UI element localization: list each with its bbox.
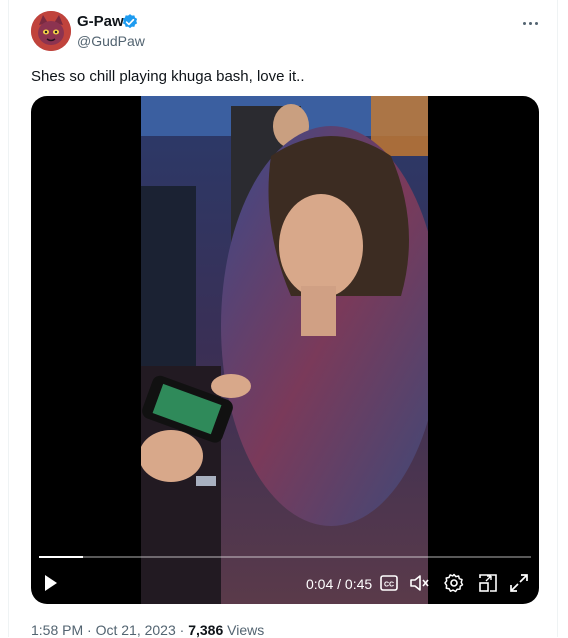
- user-handle[interactable]: @GudPaw: [77, 33, 145, 49]
- svg-text:CC: CC: [384, 582, 394, 589]
- video-frame[interactable]: [141, 96, 428, 604]
- time-separator: /: [333, 576, 345, 592]
- captions-icon[interactable]: CC: [380, 575, 398, 591]
- pip-icon[interactable]: [478, 573, 498, 593]
- video-player[interactable]: 0:04 / 0:45 CC: [31, 96, 539, 604]
- avatar[interactable]: [31, 11, 71, 51]
- meta-separator: ·: [175, 622, 189, 638]
- duration: 0:45: [344, 576, 373, 592]
- mute-icon[interactable]: [409, 574, 429, 592]
- video-still-image: [141, 96, 428, 604]
- current-time: 0:04: [306, 576, 334, 592]
- fullscreen-icon[interactable]: [509, 573, 529, 593]
- settings-icon[interactable]: [444, 573, 464, 593]
- verified-badge-icon: [122, 14, 138, 29]
- video-time: 0:04 / 0:45: [306, 576, 372, 592]
- meta-separator: ·: [83, 622, 96, 638]
- views-count: 7,386: [188, 622, 224, 638]
- progress-bar[interactable]: [39, 556, 531, 558]
- cat-avatar-icon: [31, 11, 71, 51]
- tweet-card: G-Paw @GudPaw Shes so chill playing khug…: [8, 0, 558, 638]
- display-name[interactable]: G-Paw: [77, 13, 124, 30]
- tweet-date[interactable]: Oct 21, 2023: [96, 622, 176, 638]
- views-label: Views: [223, 622, 265, 638]
- play-icon[interactable]: [43, 574, 59, 592]
- tweet-time[interactable]: 1:58 PM: [31, 622, 83, 638]
- video-controls: 0:04 / 0:45 CC: [31, 564, 539, 604]
- tweet-text: Shes so chill playing khuga bash, love i…: [31, 68, 305, 85]
- more-options-icon[interactable]: [521, 14, 541, 34]
- tweet-meta: 1:58 PM · Oct 21, 2023 · 7,386 Views: [31, 622, 264, 638]
- progress-fill: [39, 556, 84, 558]
